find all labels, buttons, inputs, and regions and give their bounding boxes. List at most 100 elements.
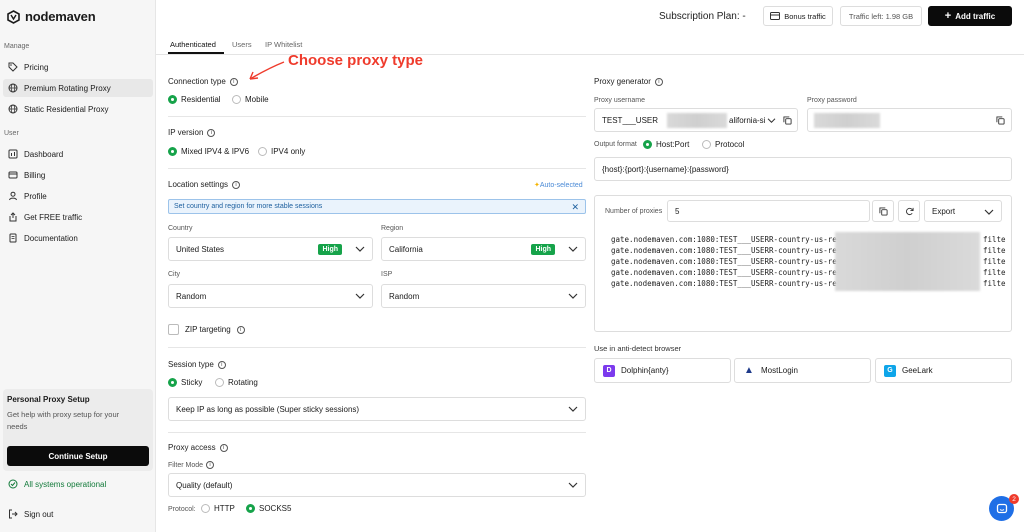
proxy-line-suffix: filte <box>983 268 1006 277</box>
export-dropdown[interactable]: Export <box>924 200 1002 222</box>
copy-icon[interactable] <box>996 116 1005 125</box>
continue-setup-button[interactable]: Continue Setup <box>7 446 149 466</box>
country-label: Country <box>168 225 193 232</box>
traffic-left-badge: Traffic left: 1.98 GB <box>840 6 922 26</box>
proxy-line[interactable]: gate.nodemaven.com:1080:TEST___USERR-cou… <box>611 257 1006 266</box>
dolphin-anty-button[interactable]: D Dolphin{anty} <box>594 358 731 383</box>
info-icon: i <box>654 77 663 86</box>
ip-version-text: IP version <box>168 128 204 137</box>
country-value: United States <box>176 244 225 254</box>
proxy-access-text: Proxy access <box>168 443 216 452</box>
proxy-line-prefix: gate.nodemaven.com:1080:TEST___USERR-cou… <box>611 246 842 255</box>
radio-label: IPV4 only <box>271 147 306 156</box>
output-format-input[interactable]: {host}:{port}:{username}:{password} <box>594 157 1012 181</box>
copy-icon[interactable] <box>783 116 792 125</box>
quality-badge: High <box>318 244 342 255</box>
radio-mixed-ipv4-ipv6[interactable]: Mixed IPV4 & IPV6 <box>168 147 249 156</box>
sidebar-item-static-residential-proxy[interactable]: Static Residential Proxy <box>3 100 153 118</box>
proxy-line[interactable]: gate.nodemaven.com:1080:TEST___USERR-cou… <box>611 246 1006 255</box>
country-select[interactable]: United States High <box>168 237 373 261</box>
mostlogin-button[interactable]: ▲ MostLogin <box>734 358 871 383</box>
tab-users[interactable]: Users <box>232 40 252 49</box>
regenerate-button[interactable] <box>898 200 920 222</box>
mostlogin-icon: ▲ <box>743 364 755 377</box>
doc-icon <box>8 233 18 243</box>
city-select[interactable]: Random <box>168 284 373 308</box>
anti-detect-browser-label: Use in anti-detect browser <box>594 344 682 353</box>
user-section-label: User <box>4 130 19 137</box>
divider <box>168 116 586 117</box>
connection-type-label: Connection type i <box>168 77 238 86</box>
bonus-traffic-label: Bonus traffic <box>784 11 826 21</box>
subscription-plan-dropdown[interactable]: Subscription Plan: - <box>659 11 746 22</box>
sidebar-item-documentation[interactable]: Documentation <box>3 229 153 247</box>
info-icon: i <box>232 180 241 189</box>
radio-off-icon <box>232 95 241 104</box>
radio-on-icon <box>168 147 177 156</box>
session-type-text: Session type <box>168 360 214 369</box>
sign-out-button[interactable]: Sign out <box>8 509 53 519</box>
bonus-traffic-button[interactable]: Bonus traffic <box>763 6 833 26</box>
radio-socks5[interactable]: SOCKS5 <box>246 504 291 513</box>
card-icon <box>8 170 18 180</box>
sidebar-item-premium-rotating-proxy[interactable]: Premium Rotating Proxy <box>3 79 153 97</box>
sidebar-item-get-free-traffic[interactable]: Get FREE traffic <box>3 208 153 226</box>
person-icon <box>8 191 18 201</box>
zip-targeting-checkbox[interactable]: ZIP targeting i <box>168 324 245 335</box>
tab-ip-whitelist[interactable]: IP Whitelist <box>265 40 302 49</box>
radio-label: HTTP <box>214 504 235 513</box>
sidebar-item-pricing[interactable]: Pricing <box>3 58 153 76</box>
radio-rotating[interactable]: Rotating <box>215 378 258 387</box>
proxy-line[interactable]: gate.nodemaven.com:1080:TEST___USERR-cou… <box>611 279 1006 288</box>
export-label: Export <box>932 206 956 216</box>
proxy-line-prefix: gate.nodemaven.com:1080:TEST___USERR-cou… <box>611 235 842 244</box>
proxy-username-field[interactable]: TEST___USER alifornia-si <box>594 108 798 132</box>
sidebar-item-profile[interactable]: Profile <box>3 187 153 205</box>
filter-mode-select[interactable]: Quality (default) <box>168 473 586 497</box>
radio-residential[interactable]: Residential <box>168 95 221 104</box>
tab-authenticated[interactable]: Authenticated <box>170 40 216 49</box>
geelark-button[interactable]: G GeeLark <box>875 358 1012 383</box>
status-text: All systems operational <box>24 479 107 489</box>
region-label: Region <box>381 225 404 232</box>
info-icon: i <box>219 443 228 452</box>
card-icon <box>770 12 781 20</box>
radio-host-port[interactable]: Host:Port <box>643 140 689 149</box>
radio-mobile[interactable]: Mobile <box>232 95 269 104</box>
session-type-label: Session type i <box>168 360 226 369</box>
info-icon: i <box>236 325 245 334</box>
radio-label: Mixed IPV4 & IPV6 <box>181 147 250 156</box>
copy-all-button[interactable] <box>872 200 894 222</box>
filter-mode-text: Filter Mode <box>168 461 204 469</box>
proxy-password-label: Proxy password <box>807 97 857 104</box>
city-value: Random <box>176 291 207 301</box>
add-traffic-button[interactable]: + Add traffic <box>928 6 1012 26</box>
number-of-proxies-label: Number of proxies <box>605 208 663 215</box>
chevron-down-icon <box>568 406 578 412</box>
proxy-line[interactable]: gate.nodemaven.com:1080:TEST___USERR-cou… <box>611 235 1006 244</box>
geelark-icon: G <box>884 364 896 377</box>
radio-http[interactable]: HTTP <box>201 504 235 513</box>
region-select[interactable]: California High <box>381 237 586 261</box>
number-of-proxies-value: 5 <box>675 206 680 216</box>
sidebar-item-billing[interactable]: Billing <box>3 166 153 184</box>
logo[interactable]: nodemaven <box>7 9 96 24</box>
radio-sticky[interactable]: Sticky <box>168 378 202 387</box>
sidebar-item-dashboard[interactable]: Dashboard <box>3 145 153 163</box>
globe-icon <box>8 104 18 114</box>
radio-protocol[interactable]: Protocol <box>702 140 744 149</box>
radio-label: Sticky <box>181 378 203 387</box>
close-icon[interactable]: ✕ <box>571 202 579 213</box>
isp-select[interactable]: Random <box>381 284 586 308</box>
proxy-line-prefix: gate.nodemaven.com:1080:TEST___USERR-cou… <box>611 279 842 288</box>
session-duration-select[interactable]: Keep IP as long as possible (Super stick… <box>168 397 586 421</box>
proxy-line[interactable]: gate.nodemaven.com:1080:TEST___USERR-cou… <box>611 268 1006 277</box>
annotation-text: Choose proxy type <box>288 52 424 69</box>
chevron-down-icon <box>355 293 365 299</box>
proxy-password-field[interactable] <box>807 108 1012 132</box>
proxy-line-prefix: gate.nodemaven.com:1080:TEST___USERR-cou… <box>611 268 842 277</box>
chevron-down-icon <box>355 246 365 252</box>
radio-ipv4-only[interactable]: IPV4 only <box>258 147 305 156</box>
number-of-proxies-input[interactable]: 5 <box>667 200 870 222</box>
divider <box>168 168 586 169</box>
